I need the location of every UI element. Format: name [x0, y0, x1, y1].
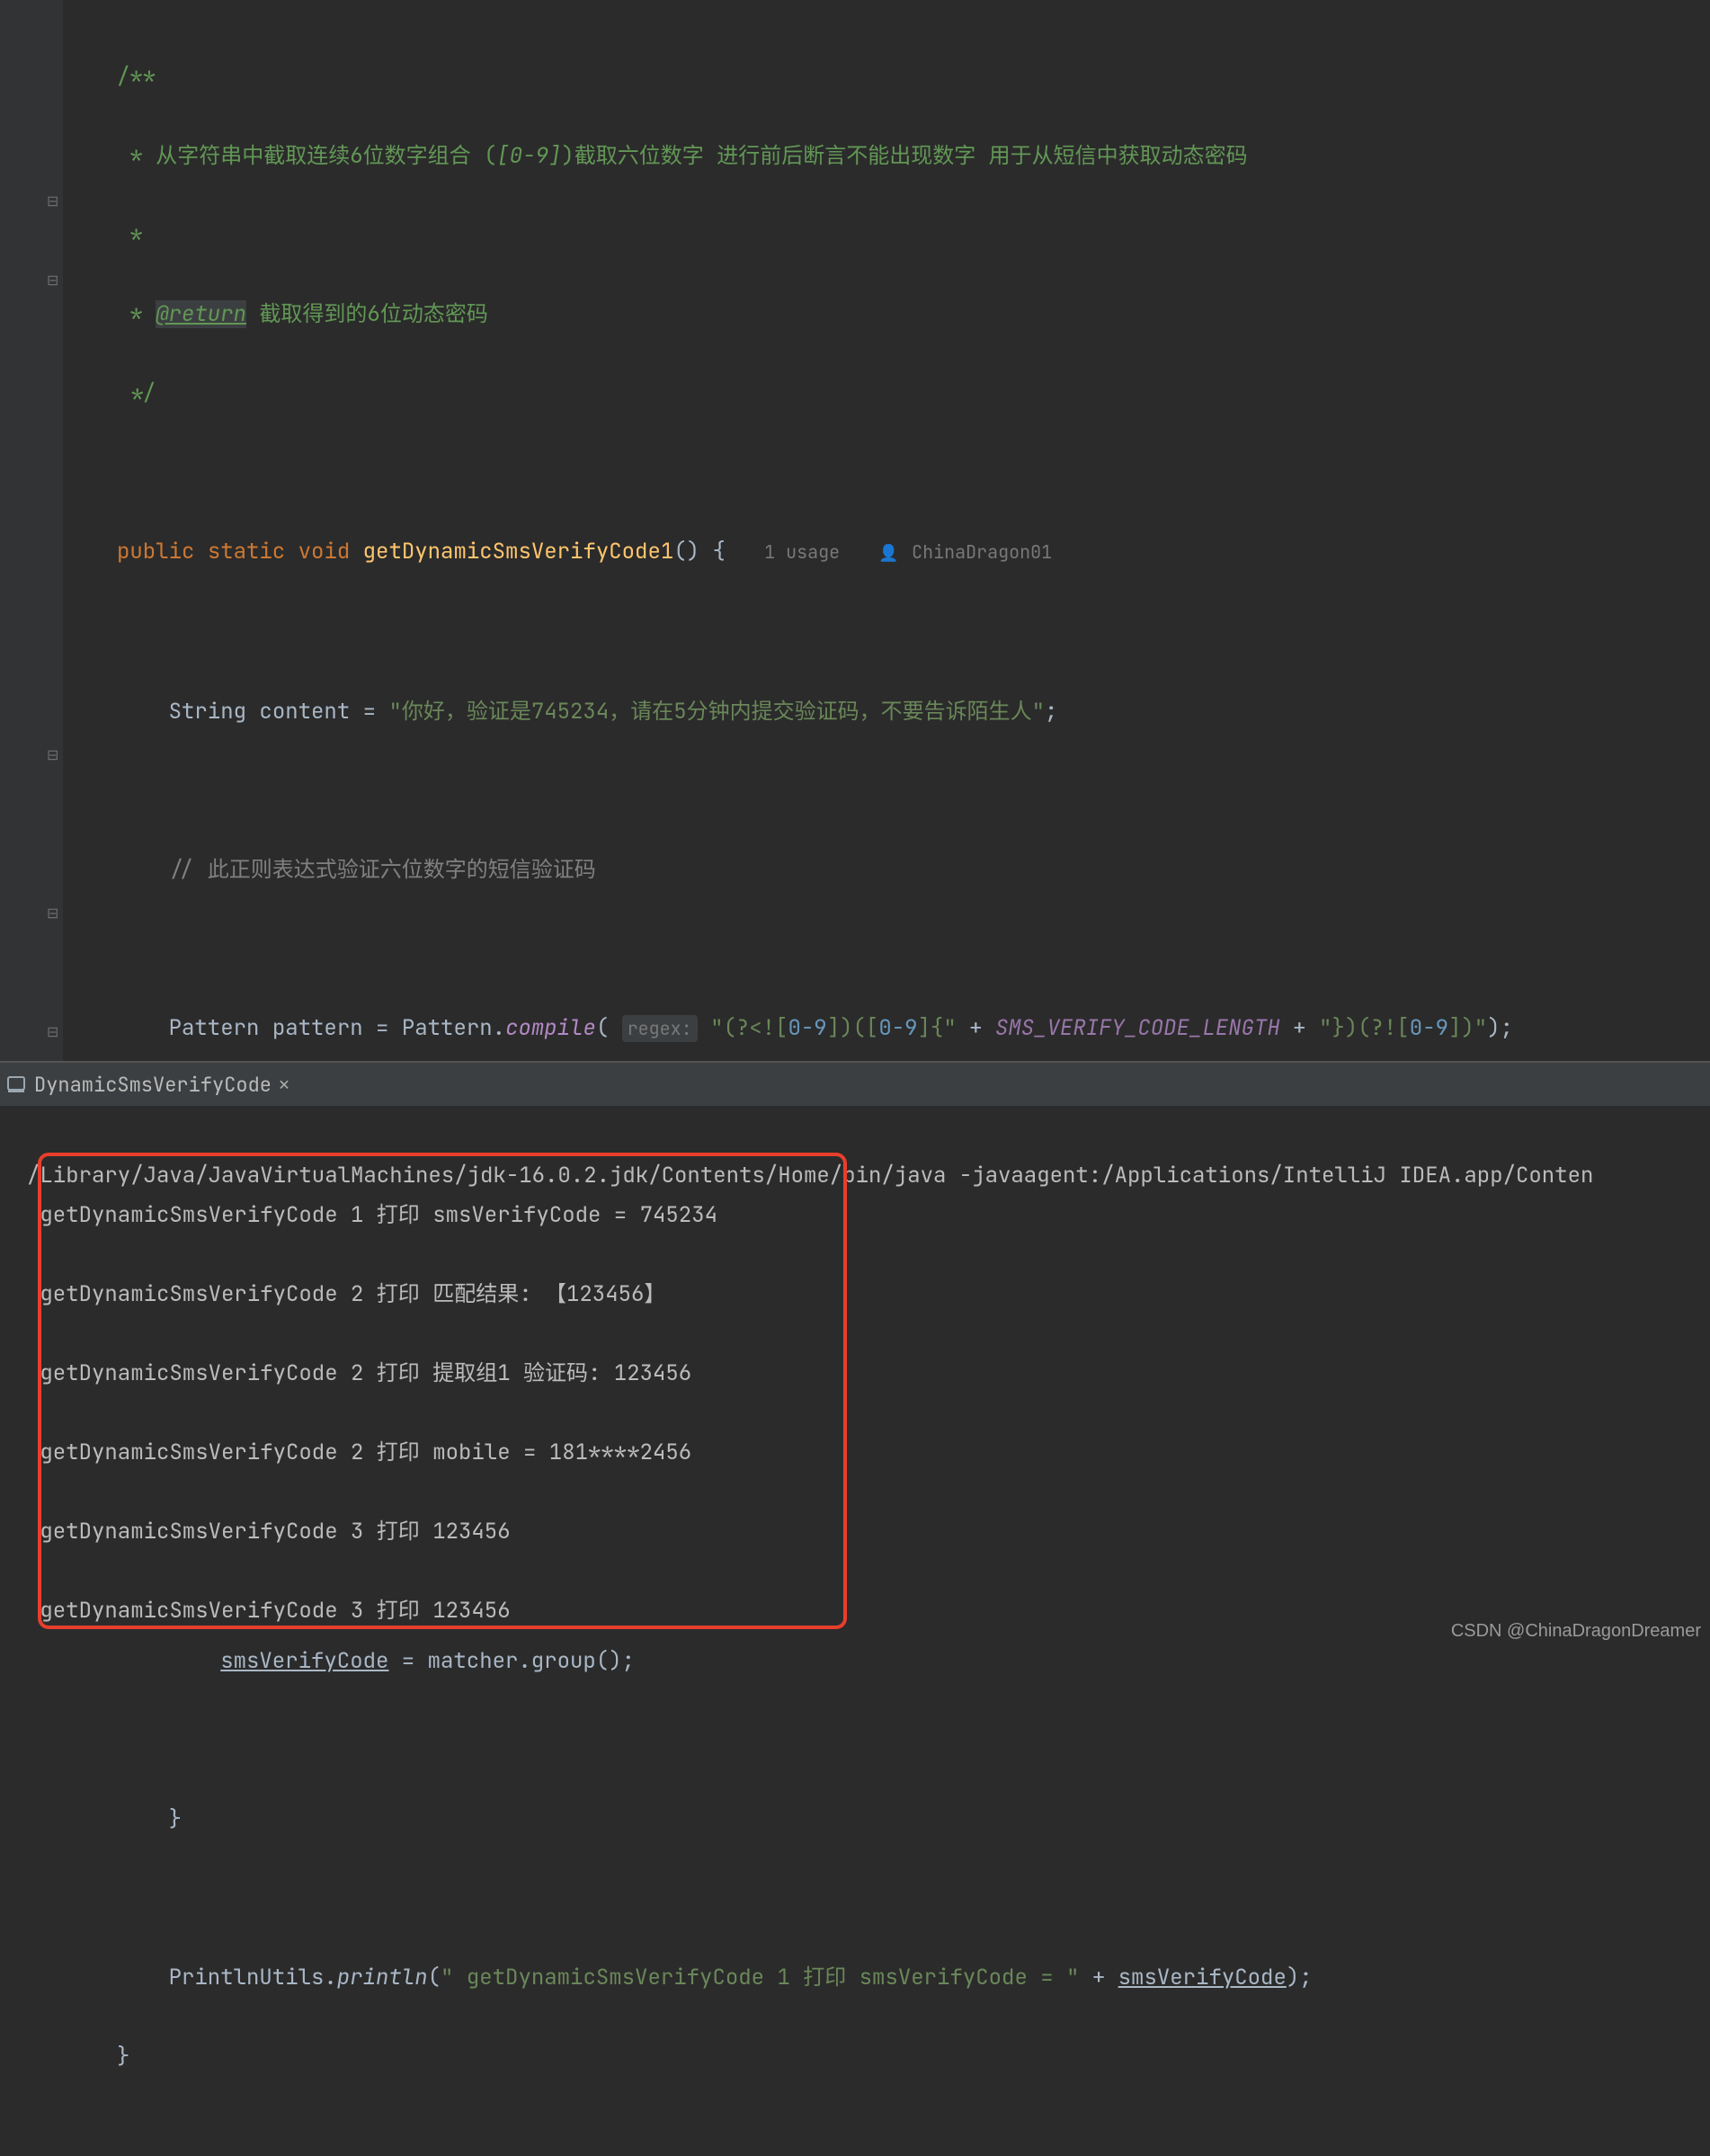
- method-name: getDynamicSmsVerifyCode1: [363, 538, 674, 566]
- javadoc: *: [117, 221, 143, 249]
- author-icon: 👤: [878, 543, 898, 564]
- inlay-usages[interactable]: 1 usage: [764, 540, 840, 564]
- keyword: void: [298, 538, 351, 566]
- code-area[interactable]: /** * 从字符串中截取连续6位数字组合 ([0-9])截取六位数字 进行前后…: [63, 0, 1710, 1061]
- javadoc: /**: [117, 63, 156, 91]
- string: ]): [1448, 1014, 1474, 1042]
- string: ": [943, 1014, 956, 1042]
- var: pattern: [272, 1014, 363, 1042]
- regex-range: 0-9: [1410, 1014, 1448, 1042]
- keyword: public: [117, 538, 194, 566]
- javadoc: 截取得到的6位动态密码: [246, 300, 488, 328]
- var: smsVerifyCode: [1118, 1964, 1287, 1991]
- close: );: [1287, 1964, 1313, 1991]
- op: +: [957, 1014, 995, 1042]
- javadoc: [0-9]: [496, 142, 561, 170]
- brace: {: [699, 538, 726, 566]
- regex-range: 0-9: [788, 1014, 827, 1042]
- run-tool-window[interactable]: DynamicSmsVerifyCode ✕ /Library/Java/Jav…: [0, 1061, 1710, 1647]
- output-line: getDynamicSmsVerifyCode 2 打印 匹配结果: 【1234…: [27, 1280, 665, 1308]
- keyword: static: [208, 538, 285, 566]
- parens: (): [673, 538, 699, 566]
- string: ]{: [918, 1014, 944, 1042]
- var: content: [259, 698, 350, 726]
- string: ": [710, 1014, 723, 1042]
- run-tab-label[interactable]: DynamicSmsVerifyCode: [34, 1072, 272, 1098]
- type: Pattern: [402, 1014, 493, 1042]
- class: PrintlnUtils: [169, 1964, 325, 1991]
- line-comment: // 此正则表达式验证六位数字的短信验证码: [169, 856, 596, 884]
- command-line: /Library/Java/JavaVirtualMachines/jdk-16…: [27, 1162, 1593, 1189]
- op: =: [350, 698, 388, 726]
- editor-gutter[interactable]: ⊟ ⊟ ⊟ ⊟ ⊟: [0, 0, 63, 1061]
- code-editor[interactable]: ⊟ ⊟ ⊟ ⊟ ⊟ /** * 从字符串中截取连续6位数字组合 ([0-9])截…: [0, 0, 1710, 1061]
- string: })(?![: [1331, 1014, 1409, 1042]
- op: +: [1280, 1014, 1319, 1042]
- inlay-author[interactable]: ChinaDragon01: [912, 540, 1052, 564]
- type: String: [169, 698, 246, 726]
- fold-marker-icon[interactable]: ⊟: [47, 194, 61, 209]
- string: ": [1474, 1014, 1487, 1042]
- string: ])([: [827, 1014, 879, 1042]
- op: +: [1079, 1964, 1118, 1991]
- brace: }: [117, 2043, 129, 2071]
- method-call: println: [337, 1964, 428, 1991]
- output-line: getDynamicSmsVerifyCode 2 打印 mobile = 18…: [27, 1439, 691, 1466]
- watermark: CSDN @ChinaDragonDreamer: [1451, 1621, 1701, 1642]
- close-icon[interactable]: ✕: [279, 1073, 289, 1096]
- op: =: [363, 1014, 402, 1042]
- string: " getDynamicSmsVerifyCode 1 打印 smsVerify…: [441, 1964, 1079, 1991]
- method-call: compile: [505, 1014, 596, 1042]
- semi: ;: [1045, 698, 1057, 726]
- javadoc: )截取六位数字 进行前后断言不能出现数字 用于从短信中获取动态密码: [561, 142, 1247, 170]
- fold-marker-icon[interactable]: ⊟: [47, 906, 61, 921]
- run-tabs[interactable]: DynamicSmsVerifyCode ✕: [0, 1063, 1710, 1106]
- javadoc: *: [117, 300, 156, 328]
- param-hint: regex:: [622, 1015, 698, 1042]
- fold-marker-icon[interactable]: ⊟: [47, 1025, 61, 1039]
- output-line: getDynamicSmsVerifyCode 3 打印 123456: [27, 1518, 511, 1546]
- constant: SMS_VERIFY_CODE_LENGTH: [995, 1014, 1280, 1042]
- string: ": [1319, 1014, 1331, 1042]
- regex-range: 0-9: [878, 1014, 917, 1042]
- close: );: [1487, 1014, 1513, 1042]
- javadoc: * 从字符串中截取连续6位数字组合 (: [117, 142, 496, 170]
- run-config-icon: [5, 1074, 27, 1095]
- javadoc: */: [117, 379, 156, 407]
- type: Pattern: [169, 1014, 260, 1042]
- string: (?<![: [724, 1014, 788, 1042]
- fold-marker-icon[interactable]: ⊟: [47, 748, 61, 762]
- output-line: getDynamicSmsVerifyCode 1 打印 smsVerifyCo…: [27, 1201, 717, 1229]
- output-line: getDynamicSmsVerifyCode 2 打印 提取组1 验证码: 1…: [27, 1359, 691, 1387]
- javadoc-tag-return: @return: [156, 300, 246, 328]
- brace: }: [169, 1805, 182, 1833]
- output-line: getDynamicSmsVerifyCode 3 打印 123456: [27, 1597, 511, 1625]
- fold-marker-icon[interactable]: ⊟: [47, 273, 61, 288]
- string-literal: "你好，验证是745234，请在5分钟内提交验证码，不要告诉陌生人": [388, 698, 1045, 726]
